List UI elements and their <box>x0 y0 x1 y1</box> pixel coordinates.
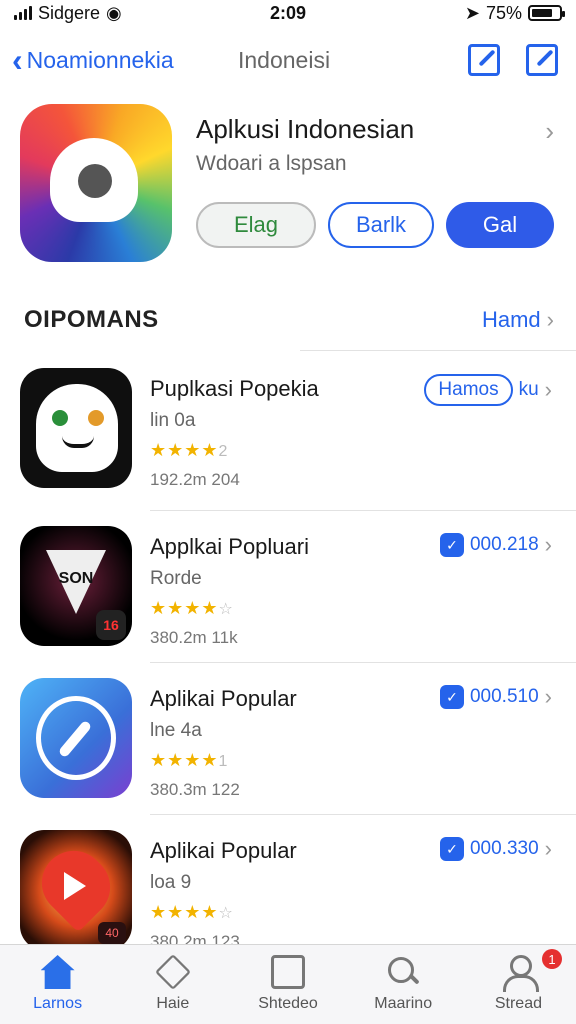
featured-app-subtitle: Wdoari a lspsan <box>196 152 347 175</box>
action-label: 000.330 <box>469 838 539 859</box>
action-label: 000.510 <box>469 686 539 707</box>
app-meta: 192.2m 204 <box>150 470 240 489</box>
battery-icon <box>528 5 565 21</box>
app-title: Applkai Popluari <box>150 534 309 559</box>
barlk-button[interactable]: Barlk <box>328 202 434 248</box>
app-meta: 380.2m 11k <box>150 628 238 647</box>
app-subtitle: lin 0a <box>150 410 196 431</box>
chevron-right-icon: › <box>546 307 554 332</box>
section-see-all-link[interactable]: Hamd › <box>482 307 554 333</box>
star-rating: ★★★★2 <box>150 440 229 460</box>
notification-badge: 1 <box>542 949 563 969</box>
tab-stread[interactable]: 1 Stread <box>461 945 576 1024</box>
list-item[interactable]: Puplkasi Popekia lin 0a ★★★★2 192.2m 204… <box>20 368 556 492</box>
tab-label: Larnos <box>33 995 83 1012</box>
share-edit-icon[interactable] <box>468 44 500 76</box>
app-action-button[interactable]: Hamos ku › <box>424 374 552 406</box>
action-extra: ku <box>518 379 539 400</box>
featured-app-title: Aplkusi Indonesian <box>196 114 415 144</box>
app-meta: 380.3m 122 <box>150 780 240 799</box>
divider <box>150 662 576 663</box>
tab-larnos[interactable]: Larnos <box>0 945 115 1024</box>
app-action-button[interactable]: ✓ 000.330 › <box>439 836 552 862</box>
chevron-left-icon: ‹ <box>12 42 23 78</box>
status-left: Sidgere ◉ <box>14 3 122 24</box>
list-item[interactable]: 40 Aplikai Popular loa 9 ★★★★☆ 380.2m 12… <box>20 830 556 954</box>
tab-label: Haie <box>156 995 190 1012</box>
elag-button[interactable]: Elag <box>196 202 316 248</box>
list-item[interactable]: SON 16 Applkai Popluari Rorde ★★★★☆ 380.… <box>20 526 556 650</box>
app-title: Aplikai Popular <box>150 686 297 711</box>
carrier-label: Sidgere <box>38 2 101 23</box>
check-shield-icon: ✓ <box>439 837 464 861</box>
section-link-label: Hamd <box>481 307 541 332</box>
featured-app-icon[interactable] <box>20 104 172 262</box>
app-action-button[interactable]: ✓ 000.510 › <box>439 684 552 710</box>
compose-icon[interactable] <box>526 44 558 76</box>
son-app-icon: SON 16 <box>20 526 132 646</box>
app-subtitle: lne 4a <box>150 720 202 741</box>
chevron-right-icon: › <box>544 684 552 709</box>
home-icon <box>40 955 75 989</box>
check-shield-icon: ✓ <box>439 685 464 709</box>
diamond-icon <box>154 953 191 991</box>
gal-button[interactable]: Gal <box>446 202 554 248</box>
chevron-right-icon: › <box>544 377 552 402</box>
action-pill: Hamos <box>424 374 513 406</box>
featured-app: Aplkusi Indonesian Wdoari a lspsan › Ela… <box>20 102 560 264</box>
search-icon <box>386 955 420 989</box>
back-label: Noamionnekia <box>26 46 174 73</box>
tab-label: Stread <box>494 995 542 1012</box>
back-button[interactable]: ‹ Noamionnekia <box>12 44 174 76</box>
app-title: Puplkasi Popekia <box>150 376 319 401</box>
app-title: Aplikai Popular <box>150 838 297 863</box>
app-subtitle: loa 9 <box>150 872 192 893</box>
tab-haie[interactable]: Haie <box>115 945 230 1024</box>
chevron-right-icon: › <box>544 532 552 557</box>
chevron-right-icon[interactable]: › <box>545 116 554 147</box>
star-rating: ★★★★☆ <box>150 902 234 922</box>
star-rating: ★★★★☆ <box>150 598 234 618</box>
status-right: ➤ 75% <box>464 2 565 24</box>
section-title: OIPOMANS <box>24 306 159 333</box>
signal-icon <box>14 6 32 20</box>
box-icon <box>271 955 305 989</box>
wifi-icon: ◉ <box>106 2 122 23</box>
chevron-right-icon: › <box>544 836 552 861</box>
star-rating: ★★★★1 <box>150 750 229 770</box>
nav-bar: ‹ Noamionnekia Indoneisi <box>0 36 576 84</box>
battery-percent: 75% <box>485 2 522 23</box>
divider <box>150 814 576 815</box>
tab-maarino[interactable]: Maarino <box>346 945 461 1024</box>
action-label: 000.218 <box>469 534 539 555</box>
list-item[interactable]: Aplikai Popular lne 4a ★★★★1 380.3m 122 … <box>20 678 556 802</box>
compass-app-icon <box>20 678 132 798</box>
status-bar: Sidgere ◉ 2:09 ➤ 75% <box>0 0 576 26</box>
play-app-icon: 40 <box>20 830 132 950</box>
person-icon <box>501 955 540 992</box>
location-icon: ➤ <box>464 2 480 23</box>
app-action-button[interactable]: ✓ 000.218 › <box>439 532 552 558</box>
nav-title: Indoneisi <box>238 46 331 73</box>
nav-actions <box>468 44 558 76</box>
tab-shtedeo[interactable]: Shtedeo <box>230 945 345 1024</box>
section-header: OIPOMANS Hamd › <box>24 300 554 340</box>
tab-label: Shtedeo <box>258 995 318 1012</box>
app-subtitle: Rorde <box>150 568 202 589</box>
divider <box>150 510 576 511</box>
divider <box>300 350 576 351</box>
ghost-icon <box>50 138 138 222</box>
check-shield-icon: ✓ <box>439 533 464 557</box>
tab-label: Maarino <box>374 995 433 1012</box>
tab-bar: Larnos Haie Shtedeo Maarino 1 Stread <box>0 944 576 1024</box>
ghost-app-icon <box>20 368 132 488</box>
